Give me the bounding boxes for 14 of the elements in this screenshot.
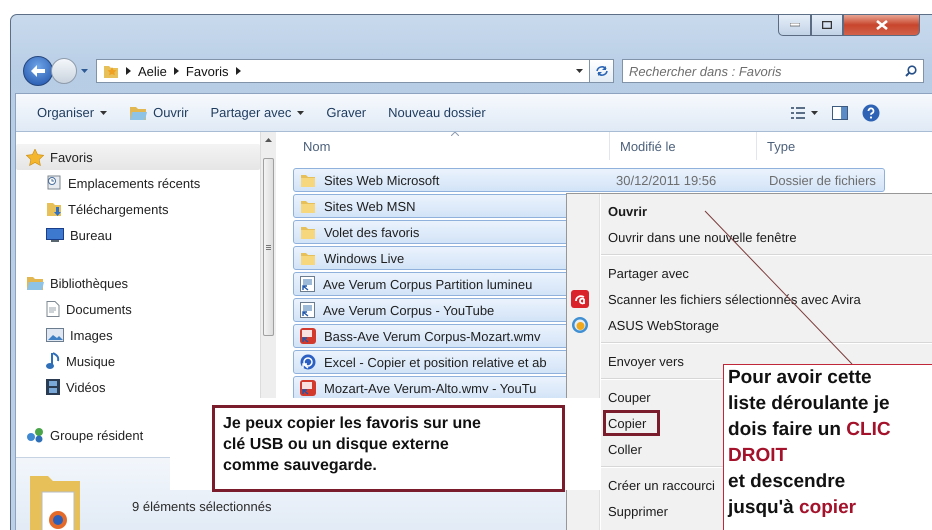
file-name: Ave Verum Corpus Partition lumineu bbox=[323, 276, 532, 292]
status-text: 9 éléments sélectionnés bbox=[132, 499, 272, 514]
file-name: Sites Web MSN bbox=[324, 198, 416, 214]
file-name: Ave Verum Corpus - YouTube bbox=[323, 302, 494, 318]
file-name: Sites Web Microsoft bbox=[324, 172, 440, 188]
file-name: Windows Live bbox=[324, 250, 404, 266]
annotation-text: Je peux copier les favoris sur une clé USB ou un disque externe comme sauvegarde. bbox=[212, 405, 565, 492]
file-name: Bass-Ave Verum Corpus-Mozart.wmv bbox=[324, 328, 540, 344]
file-type: Dossier de fichiers bbox=[768, 172, 876, 188]
file-name: Excel - Copier et position relative et ab bbox=[324, 354, 547, 370]
file-name: Mozart-Ave Verum-Alto.wmv - YouTu bbox=[324, 380, 536, 396]
file-name: Volet des favoris bbox=[324, 224, 420, 240]
annotation-text: Pour avoir cette liste déroulante je dois faire un CLIC DROIT et descendre jusqu'à copier bbox=[723, 364, 932, 530]
modified-date: 30/12/2011 19:56 bbox=[615, 172, 718, 188]
